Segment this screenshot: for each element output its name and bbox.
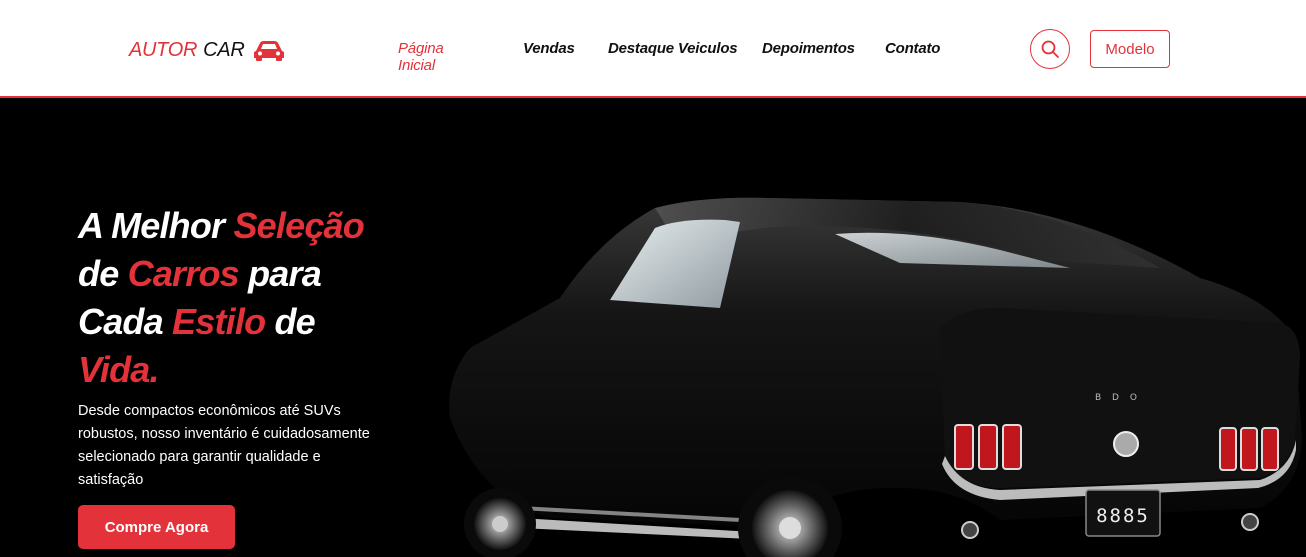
nav-item-pagina-inicial[interactable]: Página Inicial bbox=[398, 40, 444, 74]
tail-light bbox=[1219, 427, 1279, 471]
nav-item-vendas[interactable]: Vendas bbox=[523, 40, 575, 57]
headline-word: de bbox=[265, 301, 315, 342]
search-button[interactable] bbox=[1030, 29, 1070, 69]
headline-word: de bbox=[78, 253, 128, 294]
front-wheel bbox=[464, 488, 536, 557]
nav-item-destaque-veiculos[interactable]: Destaque Veiculos bbox=[608, 40, 738, 57]
compre-agora-button[interactable]: Compre Agora bbox=[78, 505, 235, 549]
license-plate-text: 8885 bbox=[1096, 505, 1150, 527]
headline-highlight: Seleção bbox=[233, 205, 364, 246]
car-icon bbox=[254, 41, 285, 61]
headline-word: para bbox=[238, 253, 322, 294]
logo-text-autor: AUTOR bbox=[129, 38, 198, 61]
hero-headline: A Melhor Seleção de Carros para Cada Est… bbox=[78, 202, 398, 394]
nav-item-depoimentos[interactable]: Depoimentos bbox=[762, 40, 855, 57]
logo[interactable]: AUTOR CAR bbox=[129, 36, 286, 64]
car-image: B D O 8885 bbox=[449, 197, 1303, 557]
nav-item-contato[interactable]: Contato bbox=[885, 40, 940, 57]
tail-light bbox=[954, 424, 1022, 470]
hero-description: Desde compactos econômicos até SUVs robu… bbox=[78, 403, 370, 488]
site-header: AUTOR CAR Página Inicial Vendas Destaque… bbox=[0, 0, 1306, 98]
headline-word: A Melhor bbox=[78, 205, 234, 246]
modelo-button[interactable]: Modelo bbox=[1090, 30, 1170, 68]
headline-word: Cada bbox=[78, 301, 173, 342]
car-badge-text: B D O bbox=[1095, 393, 1141, 403]
search-icon bbox=[1041, 40, 1059, 58]
logo-text-car: CAR bbox=[203, 38, 245, 61]
hero-section: A Melhor Seleção de Carros para Cada Est… bbox=[0, 98, 1306, 557]
headline-highlight: Vida. bbox=[78, 349, 160, 390]
headline-highlight: Carros bbox=[127, 253, 240, 294]
headline-highlight: Estilo bbox=[172, 301, 266, 342]
